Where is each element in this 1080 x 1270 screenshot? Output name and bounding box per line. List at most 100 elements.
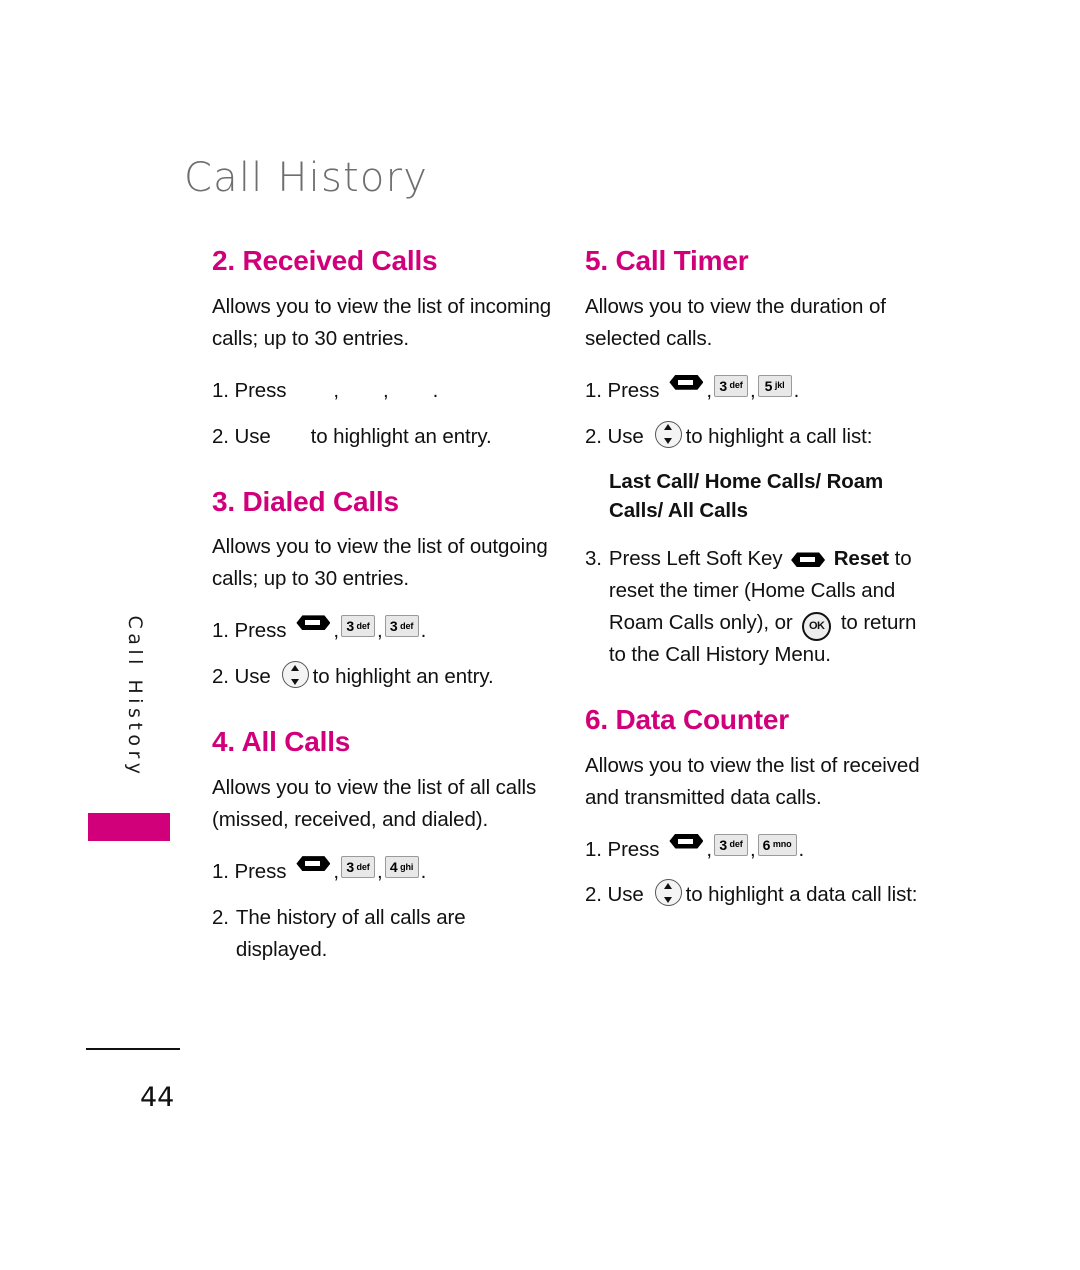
- side-tab-color-block: [88, 813, 170, 841]
- key-3-icon: 3 def: [714, 374, 749, 397]
- key-3-icon: 3 def: [714, 833, 749, 856]
- step-number: 2. Use: [212, 665, 271, 689]
- soft-key-icon-missing: [296, 375, 330, 390]
- section-body: Allows you to view the duration of selec…: [585, 294, 886, 350]
- key-digit: 3: [389, 618, 398, 635]
- key-digit: 3: [346, 859, 354, 876]
- step-number: 1. Press: [585, 378, 660, 402]
- soft-key-icon: [669, 374, 704, 390]
- section-body: Allows you to view the list of incoming …: [212, 294, 552, 350]
- step-use: 2. Use to highlight an entry.: [212, 421, 557, 453]
- step-period: .: [420, 860, 427, 884]
- step-separator: ,: [750, 378, 756, 402]
- step-separator: ,: [377, 619, 383, 643]
- right-column: 5. Call Timer Allows you to view the dur…: [585, 245, 930, 925]
- section-heading: 4. All Calls: [212, 726, 351, 758]
- step-use: 2. Use to highlight a call list:: [585, 420, 930, 453]
- key-3-icon-missing: [341, 375, 381, 397]
- step-use: 2. Use to highlight an entry.: [212, 661, 557, 693]
- step-period: .: [798, 837, 805, 861]
- step-number: 1. Press: [212, 619, 287, 643]
- step-separator: ,: [333, 860, 340, 884]
- footer-divider: [86, 1048, 180, 1050]
- navigation-wheel-icon: [654, 879, 682, 907]
- step-press: 1. Press , , .: [212, 375, 557, 407]
- step-text: The history of all calls are displayed.: [235, 906, 466, 962]
- key-digit: 3: [719, 836, 727, 853]
- left-column: 2. Received Calls Allows you to view the…: [212, 245, 557, 980]
- step-number: 1. Press: [585, 837, 660, 861]
- section-call-timer: 5. Call Timer Allows you to view the dur…: [585, 245, 930, 671]
- step-period: .: [793, 378, 800, 402]
- key-3-icon: 3 def: [384, 615, 419, 638]
- step-number: 2. Use: [585, 883, 644, 907]
- key-3-icon: 3 def: [341, 615, 376, 638]
- section-heading: 5. Call Timer: [585, 245, 749, 276]
- section-heading: 6. Data Counter: [585, 703, 789, 735]
- step-press: 1. Press , 3 def , 5 jkl .: [585, 374, 930, 407]
- section-data-counter: 6. Data Counter Allows you to view the l…: [585, 703, 930, 912]
- key-digit: 5: [764, 377, 773, 394]
- key-letters: ghi: [400, 861, 414, 872]
- step-reset: 3. Press Left Soft Key Reset to reset th…: [585, 543, 930, 671]
- step-period: .: [420, 619, 427, 643]
- step-text: to highlight an entry.: [312, 665, 494, 689]
- call-list-options: Last Call/ Home Calls/ Roam Calls/ All C…: [609, 469, 884, 522]
- step-number: 2.: [212, 906, 229, 930]
- step-separator: ,: [333, 619, 340, 643]
- step-number: 2. Use: [212, 424, 271, 448]
- section-body: Allows you to view the list of received …: [585, 753, 920, 809]
- step-press: 1. Press , 3 def , 4 ghi .: [212, 856, 557, 888]
- key-letters: jkl: [774, 380, 785, 391]
- step-number: 1. Press: [212, 378, 287, 402]
- key-digit: 3: [719, 377, 727, 394]
- section-body: Allows you to view the list of all calls…: [212, 776, 537, 832]
- step-separator: ,: [706, 837, 713, 861]
- soft-key-icon: [296, 615, 331, 631]
- step-period: .: [432, 378, 439, 402]
- side-tab: Call History: [88, 615, 178, 841]
- key-letters: mno: [772, 839, 792, 849]
- navigation-wheel-icon: [281, 661, 309, 689]
- step-separator: ,: [383, 378, 389, 402]
- reset-label: Reset: [833, 546, 890, 570]
- soft-key-icon: [669, 833, 704, 849]
- key-digit: 3: [346, 618, 354, 635]
- ok-key-icon: OK: [802, 612, 832, 642]
- key-5-icon: 5 jkl: [757, 374, 792, 397]
- section-body: Allows you to view the list of outgoing …: [212, 535, 548, 591]
- step-separator: ,: [750, 837, 756, 861]
- step-result: 2. The history of all calls are displaye…: [212, 902, 557, 966]
- page-title: Call History: [184, 155, 429, 201]
- key-letters: def: [729, 380, 743, 391]
- section-all-calls: 4. All Calls Allows you to view the list…: [212, 727, 557, 966]
- step-text: to highlight an entry.: [310, 424, 492, 448]
- section-heading: 3. Dialed Calls: [212, 485, 399, 517]
- page-number: 44: [140, 1082, 175, 1113]
- key-letters: def: [729, 839, 743, 849]
- navigation-wheel-icon-missing: [282, 421, 307, 446]
- section-received-calls: 2. Received Calls Allows you to view the…: [212, 245, 557, 453]
- step-text: to highlight a data call list:: [685, 883, 918, 907]
- key-letters: def: [356, 861, 370, 872]
- step-number: 2. Use: [585, 424, 644, 448]
- step-press: 1. Press , 3 def , 3 def .: [212, 615, 557, 647]
- step-text: Press Left Soft Key: [608, 546, 783, 570]
- step-separator: ,: [377, 860, 383, 884]
- step-press: 1. Press , 3 def , 6 mno .: [585, 833, 930, 866]
- key-3-icon: 3 def: [341, 856, 376, 879]
- key-digit: 6: [762, 836, 771, 853]
- side-tab-label: Call History: [124, 615, 146, 779]
- key-6-icon: 6 mno: [757, 833, 797, 856]
- step-number: 3.: [585, 546, 602, 570]
- step-separator: ,: [333, 378, 340, 402]
- soft-key-icon: [791, 552, 826, 568]
- key-2-icon-missing: [391, 375, 431, 397]
- soft-key-icon: [296, 856, 331, 872]
- key-4-icon: 4 ghi: [384, 856, 419, 879]
- manual-page: Call History Call History 2. Received Ca…: [0, 0, 1080, 1270]
- step-separator: ,: [706, 378, 713, 402]
- step-text: to highlight a call list:: [685, 424, 873, 448]
- navigation-wheel-icon: [654, 420, 682, 448]
- key-letters: def: [400, 620, 414, 631]
